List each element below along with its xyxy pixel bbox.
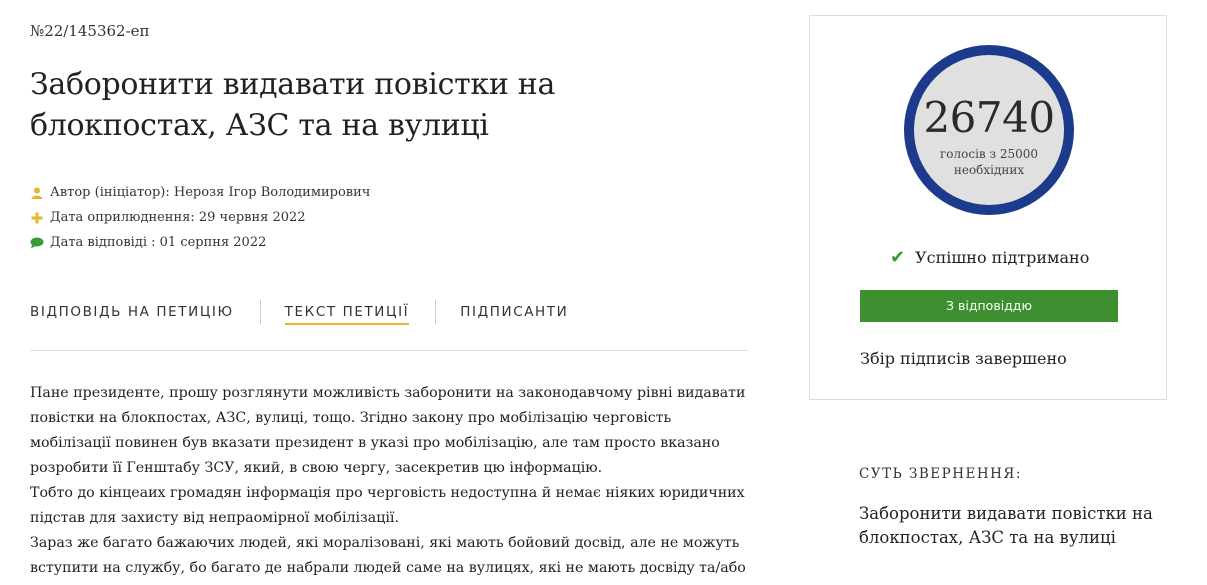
user-icon <box>30 187 44 199</box>
tab-signers[interactable]: ПІДПИСАНТИ <box>460 298 568 326</box>
check-icon: ✔ <box>890 247 906 268</box>
meta-answered-text: Дата відповіді : 01 серпня 2022 <box>50 235 267 250</box>
body-line: підстав для захисту від непраомірної моб… <box>30 510 399 526</box>
plus-icon <box>30 212 44 224</box>
petition-number: №22/145362-еп <box>30 22 150 40</box>
summary-text: Заборонити видавати повістки на блокпост… <box>859 504 1153 547</box>
body-line: Тобто до кінцеаих громадян інформація пр… <box>30 485 745 501</box>
support-status-text: Успішно підтримано <box>915 248 1090 267</box>
petition-body: Пане президенте, прошу розглянути можлив… <box>30 381 750 581</box>
petition-tabs: ВІДПОВІДЬ НА ПЕТИЦІЮ ТЕКСТ ПЕТИЦІЇ ПІДПИ… <box>30 298 748 351</box>
tab-answer[interactable]: ВІДПОВІДЬ НА ПЕТИЦІЮ <box>30 298 234 326</box>
body-line: мобілізації повинен був вказати президен… <box>30 435 720 451</box>
vote-count-caption: голосів з 25000 необхідних <box>939 147 1039 177</box>
vote-card: 26740 голосів з 25000 необхідних ✔ Успіш… <box>809 15 1167 400</box>
body-line: Зараз же багато бажаючих людей, які мора… <box>30 535 740 551</box>
petition-meta: Автор (ініціатор): Нерозя Ігор Володимир… <box>30 180 370 255</box>
meta-published-text: Дата оприлюднення: 29 червня 2022 <box>50 210 306 225</box>
meta-author-text: Автор (ініціатор): Нерозя Ігор Володимир… <box>50 185 371 200</box>
tab-divider <box>435 300 437 324</box>
meta-author: Автор (ініціатор): Нерозя Ігор Володимир… <box>30 180 370 205</box>
meta-published: Дата оприлюднення: 29 червня 2022 <box>30 205 370 230</box>
body-line: Пане президенте, прошу розглянути можлив… <box>30 385 746 401</box>
vote-counter-inner: 26740 голосів з 25000 необхідних <box>914 55 1064 205</box>
vote-counter-circle: 26740 голосів з 25000 необхідних <box>904 45 1074 215</box>
support-status: ✔ Успішно підтримано <box>890 247 1089 268</box>
body-line: повістки на блокпостах, АЗС, вулиці, тощ… <box>30 410 672 426</box>
body-line: вступити на службу, бо багато де набрали… <box>30 560 746 576</box>
body-line: розробити її Генштабу ЗСУ, який, в свою … <box>30 460 603 476</box>
meta-answered: Дата відповіді : 01 серпня 2022 <box>30 230 370 255</box>
summary-label: СУТЬ ЗВЕРНЕННЯ: <box>859 466 1022 482</box>
collection-status: Збір підписів завершено <box>860 349 1067 368</box>
vote-count: 26740 <box>923 93 1055 142</box>
tab-divider <box>259 300 261 324</box>
with-answer-button[interactable]: З відповіддю <box>860 290 1118 322</box>
comment-icon <box>30 237 44 249</box>
tab-petition-text[interactable]: ТЕКСТ ПЕТИЦІЇ <box>284 298 410 325</box>
page-title: Заборонити видавати повістки на блокпост… <box>30 67 556 143</box>
